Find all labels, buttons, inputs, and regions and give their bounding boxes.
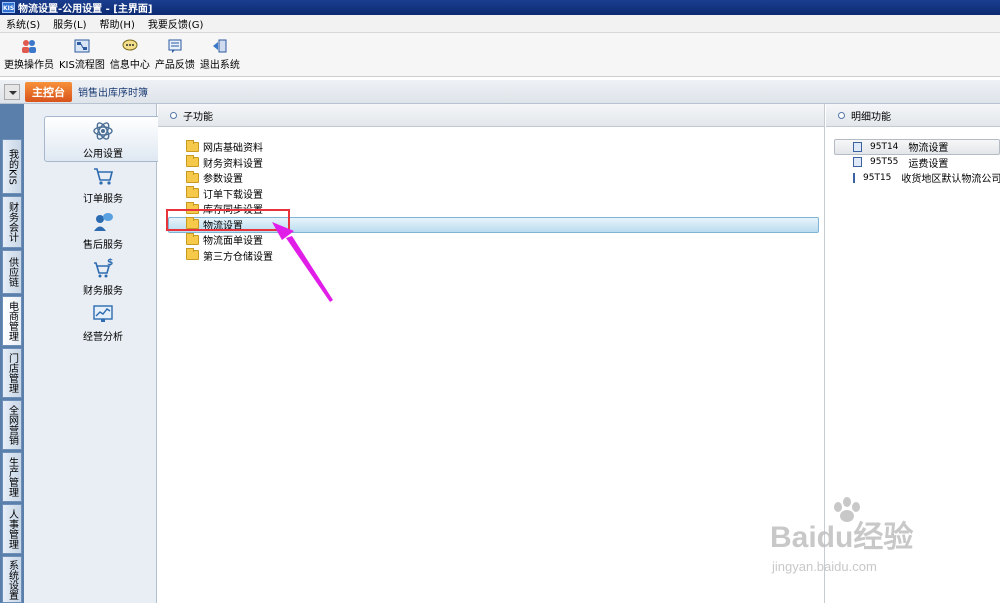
tab-main-console[interactable]: 主控台 bbox=[25, 81, 72, 102]
toolbar: 更换操作员 KIS流程图 信息中心 产品反馈 退出系统 bbox=[0, 33, 1000, 77]
exit-icon bbox=[212, 39, 227, 53]
window-title: 物流设置-公用设置 - [主界面] bbox=[18, 4, 153, 15]
support-icon bbox=[94, 213, 113, 231]
panel-bullet-icon bbox=[170, 111, 177, 119]
detail-header: 明细功能 bbox=[826, 104, 1000, 127]
app-logo: KIS bbox=[2, 2, 15, 13]
rail-tab-supply-chain[interactable]: 供应链 bbox=[2, 250, 22, 294]
folder-icon bbox=[186, 170, 199, 183]
folder-icon bbox=[186, 139, 199, 152]
navigation-strip: 主控台 销售出库序时簿 bbox=[0, 80, 1000, 104]
tab-sales-outbound-journal[interactable]: 销售出库序时簿 bbox=[78, 84, 148, 99]
info-center-button[interactable]: 信息中心 bbox=[110, 33, 150, 76]
cart-icon bbox=[94, 168, 114, 185]
rail-tab-marketing[interactable]: 全网营销 bbox=[2, 400, 22, 450]
change-operator-button[interactable]: 更换操作员 bbox=[4, 33, 54, 76]
rail-tab-system[interactable]: 系统设置 bbox=[2, 556, 22, 603]
rail-tab-ecommerce[interactable]: 电商管理 bbox=[2, 296, 22, 346]
users-icon bbox=[22, 40, 36, 53]
panel-bullet-icon bbox=[838, 111, 845, 119]
rail-tab-my-kis[interactable]: 我的KIS bbox=[2, 139, 22, 194]
cart-dollar-icon: $ bbox=[94, 258, 113, 278]
document-icon bbox=[853, 157, 862, 168]
feedback-icon bbox=[168, 39, 182, 53]
tree-item-waybill-settings[interactable]: 物流面单设置 bbox=[158, 232, 825, 248]
tree-item-store-basics[interactable]: 网店基础资料 bbox=[158, 139, 825, 155]
tree-item-order-download[interactable]: 订单下载设置 bbox=[158, 186, 825, 202]
svg-text:$: $ bbox=[107, 258, 113, 268]
flowchart-icon bbox=[74, 39, 90, 53]
document-icon bbox=[853, 172, 855, 183]
window-title-bar: KIS 物流设置-公用设置 - [主界面] bbox=[0, 0, 1000, 15]
subfunction-header: 子功能 bbox=[158, 104, 824, 127]
module-rail: 我的KIS 财务会计 供应链 电商管理 门店管理 全网营销 生产管理 人事管理 … bbox=[0, 104, 24, 603]
menu-service[interactable]: 服务(L) bbox=[53, 16, 86, 31]
kis-flowchart-button[interactable]: KIS流程图 bbox=[59, 33, 105, 76]
menu-feedback[interactable]: 我要反馈(G) bbox=[148, 16, 204, 31]
rail-tab-store[interactable]: 门店管理 bbox=[2, 348, 22, 398]
menu-bar: 系统(S) 服务(L) 帮助(H) 我要反馈(G) bbox=[0, 15, 1000, 33]
exit-system-button[interactable]: 退出系统 bbox=[200, 33, 240, 76]
detail-item-default-carrier[interactable]: 95T15 收货地区默认物流公司 bbox=[826, 170, 1000, 186]
rail-tab-hr[interactable]: 人事管理 bbox=[2, 504, 22, 554]
product-feedback-button[interactable]: 产品反馈 bbox=[155, 33, 195, 76]
subfunction-tree: 网店基础资料 财务资料设置 参数设置 订单下载设置 库存同步设置 物流设置 物流… bbox=[158, 139, 825, 263]
folder-icon bbox=[186, 248, 199, 261]
category-business-analysis[interactable]: 经营分析 bbox=[44, 300, 162, 346]
pointer-arrow-annotation bbox=[272, 222, 333, 302]
document-icon bbox=[853, 141, 862, 152]
baidu-watermark: Baidu经验 jingyan.baidu.com bbox=[770, 497, 970, 587]
message-icon bbox=[122, 39, 138, 51]
category-panel: 公用设置 订单服务 售后服务 $ 财务服务 经营分析 bbox=[24, 104, 162, 603]
rail-tab-finance[interactable]: 财务会计 bbox=[2, 196, 22, 248]
detail-item-freight-settings[interactable]: 95T55 运费设置 bbox=[826, 155, 1000, 171]
category-after-sales[interactable]: 售后服务 bbox=[44, 208, 162, 254]
tree-item-third-party-warehouse[interactable]: 第三方仓储设置 bbox=[158, 248, 825, 264]
atom-icon bbox=[93, 122, 113, 140]
category-order-service[interactable]: 订单服务 bbox=[44, 162, 162, 208]
chart-monitor-icon bbox=[93, 305, 113, 322]
category-finance-service[interactable]: $ 财务服务 bbox=[44, 254, 162, 300]
detail-list: 95T14 物流设置 95T55 运费设置 95T15 收货地区默认物流公司 bbox=[826, 139, 1000, 186]
folder-icon bbox=[186, 186, 199, 199]
tree-item-finance-settings[interactable]: 财务资料设置 bbox=[158, 155, 825, 171]
category-public-settings[interactable]: 公用设置 bbox=[44, 116, 162, 162]
subfunction-panel: 子功能 网店基础资料 财务资料设置 参数设置 订单下载设置 库存同步设置 物流设… bbox=[158, 104, 825, 603]
menu-system[interactable]: 系统(S) bbox=[6, 16, 40, 31]
menu-help[interactable]: 帮助(H) bbox=[100, 16, 135, 31]
folder-icon bbox=[186, 232, 199, 245]
nav-dropdown-button[interactable] bbox=[4, 83, 20, 100]
detail-item-logistics-settings[interactable]: 95T14 物流设置 bbox=[834, 139, 1000, 155]
tree-item-parameters[interactable]: 参数设置 bbox=[158, 170, 825, 186]
folder-icon bbox=[186, 155, 199, 168]
rail-tab-production[interactable]: 生产管理 bbox=[2, 452, 22, 502]
